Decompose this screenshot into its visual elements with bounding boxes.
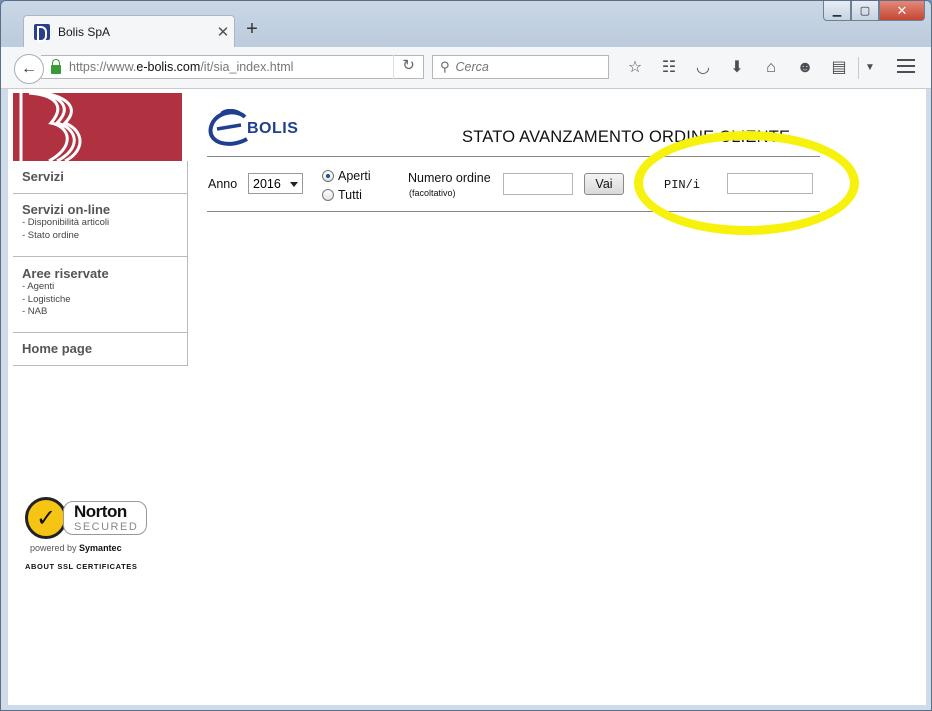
site-favicon-icon [34, 23, 50, 42]
tab-title: Bolis SpA [58, 24, 111, 39]
search-input[interactable] [453, 59, 594, 75]
toolbar-icons: ☆ ☷ ◡ ⬇ ⌂ ☻ ▤ ▼ [618, 57, 879, 79]
radio-tutti-label: Tutti [338, 188, 362, 202]
norton-check-icon: ✓ [25, 497, 67, 539]
numero-ordine-hint: (facoltativo) [409, 188, 456, 198]
numero-ordine-label: Numero ordine [408, 171, 491, 185]
vai-button[interactable]: Vai [584, 173, 624, 195]
browser-window: Bolis SpA ✕ + ▁ ▢ ✕ https://www.e-bolis.… [0, 0, 932, 711]
pdf-icon[interactable]: ▤ [822, 57, 856, 79]
pocket-icon[interactable]: ◡ [686, 57, 720, 79]
norton-name: Norton [74, 502, 127, 521]
ebolis-e-logo-icon [208, 109, 248, 146]
bolis-logo-banner[interactable] [13, 93, 182, 161]
radio-tutti[interactable]: Tutti [322, 188, 362, 202]
close-icon[interactable]: ✕ [879, 1, 925, 21]
sidebar-link-disponibilita[interactable]: - Disponibilità articoli [22, 217, 178, 230]
sidebar-link-agenti[interactable]: - Agenti [22, 281, 178, 294]
highlight-annotation [634, 131, 859, 235]
new-tab-icon[interactable]: + [243, 19, 261, 39]
norton-seal[interactable]: ✓ Norton SECURED powered by Symantec ABO… [25, 497, 155, 571]
star-icon[interactable]: ☆ [618, 57, 652, 79]
dropdown-icon[interactable]: ▼ [861, 57, 879, 79]
chevron-down-icon [290, 182, 298, 187]
norton-text-box: Norton SECURED [63, 501, 148, 535]
hamburger-menu-icon[interactable] [897, 59, 915, 77]
ssl-certificates-link[interactable]: ABOUT SSL CERTIFICATES [25, 562, 155, 571]
sidebar-link-logistiche[interactable]: - Logistiche [22, 294, 178, 307]
ebolis-logo-text: BOLIS [247, 120, 299, 137]
tab-close-icon[interactable]: ✕ [212, 23, 234, 41]
radio-aperti-button[interactable] [322, 170, 334, 182]
anno-select-value: 2016 [253, 176, 281, 191]
radio-aperti[interactable]: Aperti [322, 169, 371, 183]
sidebar-home-label: Home page [22, 341, 93, 356]
reader-list-icon[interactable]: ☷ [652, 57, 686, 79]
sidebar-online-title[interactable]: Servizi on-line [22, 202, 178, 217]
radio-aperti-label: Aperti [338, 169, 371, 183]
radio-tutti-button[interactable] [322, 189, 334, 201]
url-text[interactable]: https://www.e-bolis.com/it/sia_index.htm… [69, 60, 393, 74]
sidebar-aree-title[interactable]: Aree riservate [22, 266, 178, 281]
search-bar[interactable]: ⚲ [432, 55, 609, 79]
sidebar: Servizi Servizi on-line - Disponibilità … [13, 93, 188, 366]
sidebar-section-servizi-online: Servizi on-line - Disponibilità articoli… [13, 194, 188, 257]
norton-powered-by: powered by Symantec [30, 543, 122, 553]
anno-select[interactable]: 2016 [248, 173, 303, 194]
back-arrow-icon: ← [21, 60, 37, 77]
tab-strip: Bolis SpA ✕ + ▁ ▢ ✕ [1, 1, 931, 47]
page-viewport: Servizi Servizi on-line - Disponibilità … [8, 89, 926, 705]
reload-icon[interactable]: ↻ [393, 55, 423, 79]
url-bar[interactable]: https://www.e-bolis.com/it/sia_index.htm… [41, 55, 424, 79]
bolis-b-logo-icon [19, 93, 82, 161]
sidebar-item-home-page[interactable]: Home page [13, 333, 188, 366]
norton-secured: SECURED [74, 521, 139, 533]
download-icon[interactable]: ⬇ [720, 57, 754, 79]
home-icon[interactable]: ⌂ [754, 57, 788, 79]
anno-label: Anno [208, 177, 238, 191]
tab-bolis[interactable]: Bolis SpA ✕ [23, 15, 235, 47]
sidebar-item-servizi[interactable]: Servizi [13, 161, 188, 194]
toolbar-separator [858, 57, 859, 79]
maximize-icon[interactable]: ▢ [851, 1, 879, 21]
search-icon: ⚲ [440, 59, 450, 74]
window-controls: ▁ ▢ ✕ [823, 1, 925, 21]
sidebar-section-aree-riservate: Aree riservate - Agenti - Logistiche - N… [13, 257, 188, 333]
ebolis-logo[interactable]: BOLIS [207, 109, 298, 149]
sidebar-link-stato-ordine[interactable]: - Stato ordine [22, 230, 178, 243]
sidebar-link-nab[interactable]: - NAB [22, 306, 178, 319]
navigation-toolbar: https://www.e-bolis.com/it/sia_index.htm… [1, 47, 931, 89]
lock-icon [51, 58, 61, 74]
window-bottom-border [1, 705, 931, 710]
minimize-icon[interactable]: ▁ [823, 1, 851, 21]
back-button[interactable]: ← [14, 54, 44, 84]
sidebar-servizi-label: Servizi [22, 169, 64, 184]
chat-icon[interactable]: ☻ [788, 57, 822, 79]
norton-badge: ✓ Norton SECURED [25, 497, 155, 539]
numero-ordine-input[interactable] [503, 173, 573, 195]
